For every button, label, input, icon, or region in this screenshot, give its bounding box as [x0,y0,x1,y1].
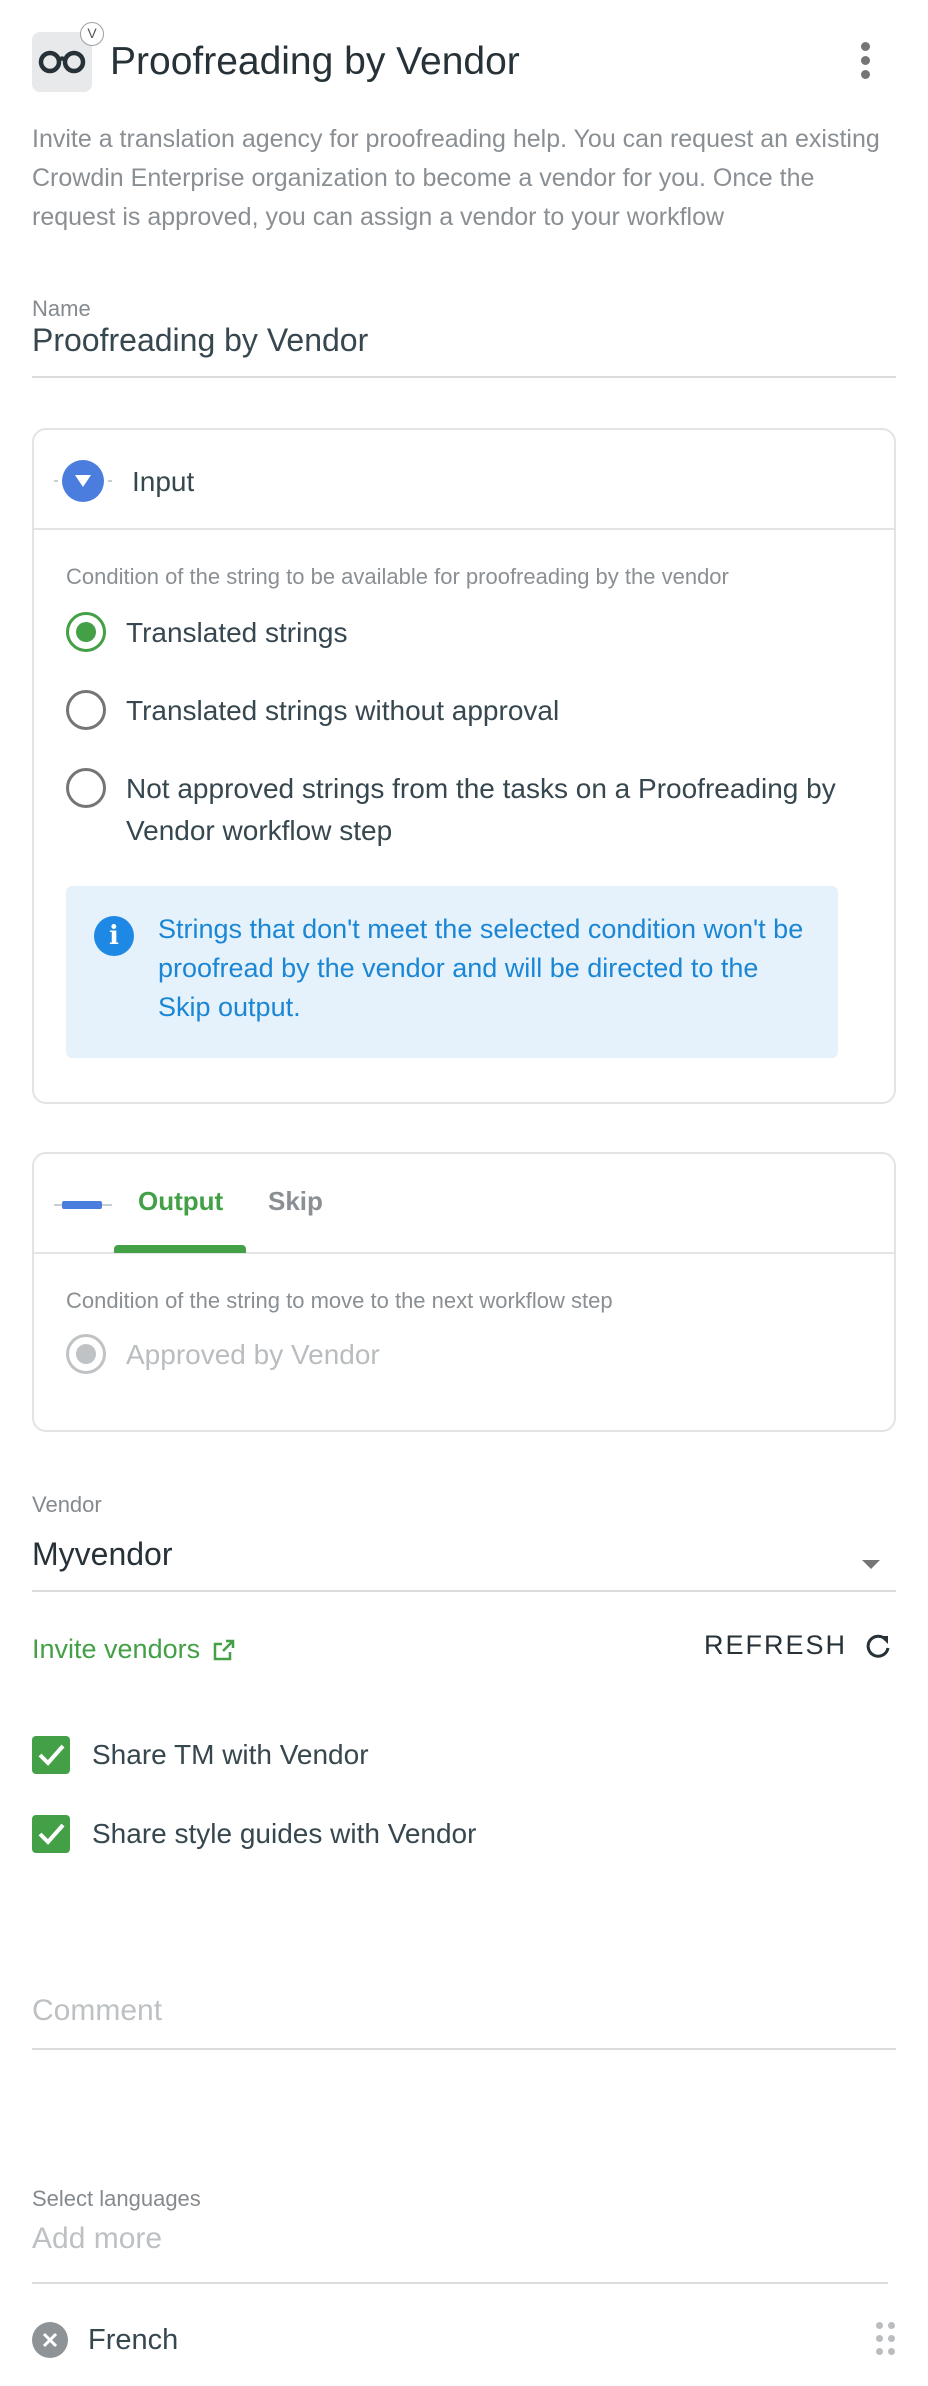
kebab-menu-icon[interactable] [858,42,872,82]
radio-label: Approved by Vendor [126,1339,380,1370]
active-tab-indicator [114,1245,246,1253]
info-icon: i [94,916,134,956]
refresh-icon [866,1634,890,1658]
name-label: Name [32,296,91,321]
glasses-icon [38,50,86,74]
vendor-logo: V [32,22,104,92]
share-tm-checkbox[interactable]: Share TM with Vendor [32,1736,369,1774]
add-languages-input[interactable]: Add more [32,2222,162,2256]
radio-label: Translated strings without approval [126,695,560,726]
output-card-header: Output Skip [34,1154,894,1254]
input-card-header: Input [34,430,894,530]
page-title: Proofreading by Vendor [110,40,520,83]
drag-handle-icon[interactable] [876,2322,896,2356]
info-text: Strings that don't meet the selected con… [158,914,804,1022]
radio-unselected-icon[interactable] [66,768,106,808]
invite-vendors-link[interactable]: Invite vendors [32,1634,236,1665]
external-link-icon [213,1639,235,1660]
name-input[interactable]: Proofreading by Vendor [32,322,368,359]
vendor-underline [32,1590,896,1592]
refresh-label: REFRESH [704,1630,848,1660]
input-card: Input Condition of the string to be avai… [32,428,896,1104]
languages-underline [32,2282,888,2284]
input-card-title: Input [132,466,195,497]
input-node-icon [62,460,104,502]
output-condition-label: Condition of the string to move to the n… [66,1288,613,1313]
input-condition-label: Condition of the string to be available … [66,564,729,589]
chevron-down-icon[interactable] [862,1560,880,1569]
step-header: V Proofreading by Vendor [32,22,896,94]
language-item: French [32,2316,896,2364]
output-node-icon [62,1201,102,1209]
checkbox-checked-icon[interactable] [32,1736,70,1774]
vendor-badge: V [80,22,104,46]
vendor-select[interactable]: Myvendor [32,1536,173,1573]
language-name: French [88,2323,179,2356]
languages-label: Select languages [32,2186,201,2211]
refresh-button[interactable]: REFRESH [704,1630,893,1661]
share-style-guides-checkbox[interactable]: Share style guides with Vendor [32,1815,476,1853]
tab-skip[interactable]: Skip [268,1186,323,1217]
remove-language-icon[interactable] [32,2322,68,2358]
radio-translated-without-approval[interactable]: Translated strings without approval [66,690,559,732]
checkbox-label: Share style guides with Vendor [92,1818,477,1849]
comment-underline [32,2048,896,2050]
comment-input[interactable]: Comment [32,1994,162,2028]
radio-label: Translated strings [126,617,348,648]
radio-not-approved-strings[interactable]: Not approved strings from the tasks on a… [66,768,856,852]
radio-approved-by-vendor: Approved by Vendor [66,1334,380,1376]
invite-vendors-label: Invite vendors [32,1634,201,1664]
radio-unselected-icon[interactable] [66,690,106,730]
output-card: Output Skip Condition of the string to m… [32,1152,896,1432]
name-underline [32,376,896,378]
checkbox-label: Share TM with Vendor [92,1739,369,1770]
radio-disabled-icon [66,1334,106,1374]
radio-label: Not approved strings from the tasks on a… [126,773,836,846]
vendor-label: Vendor [32,1492,102,1517]
step-description: Invite a translation agency for proofrea… [32,125,880,231]
checkbox-checked-icon[interactable] [32,1815,70,1853]
radio-translated-strings[interactable]: Translated strings [66,612,348,654]
tab-output[interactable]: Output [138,1186,223,1217]
info-alert: i Strings that don't meet the selected c… [66,886,838,1058]
radio-selected-icon[interactable] [66,612,106,652]
